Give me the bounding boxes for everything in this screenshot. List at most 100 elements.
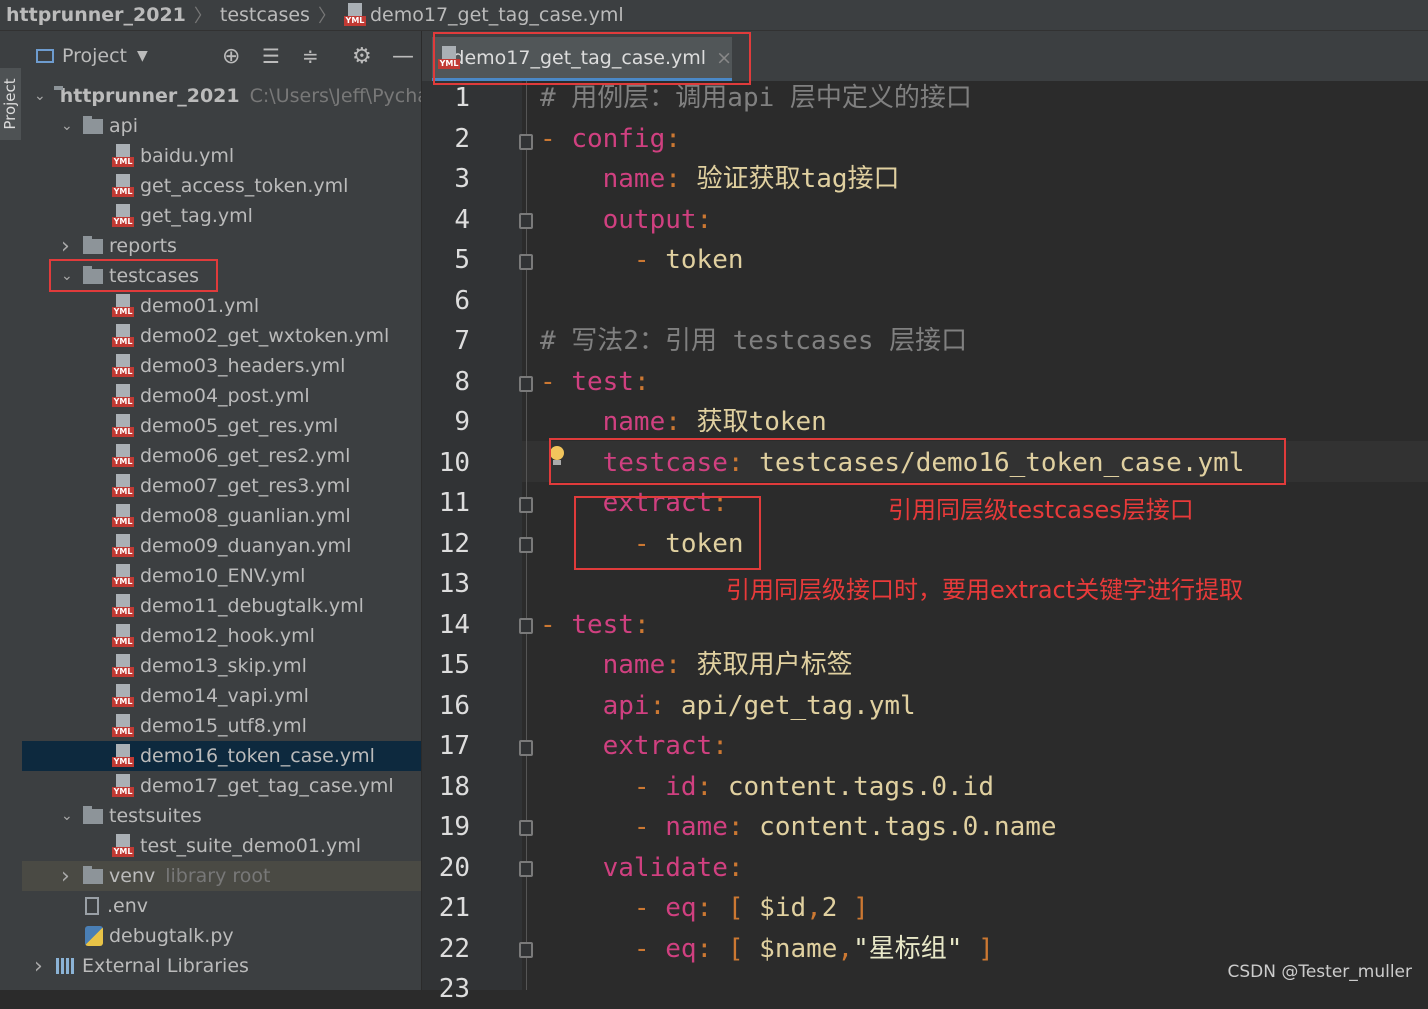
minimize-icon[interactable]: — — [392, 44, 414, 69]
code-line[interactable]: - eq: [ $id,2 ] — [540, 888, 869, 928]
chevron-right-icon[interactable]: › — [34, 954, 48, 979]
tree-item[interactable]: YML demo02_get_wxtoken.yml — [22, 321, 421, 351]
tree-item[interactable]: YML demo11_debugtalk.yml — [22, 591, 421, 621]
chevron-down-icon[interactable]: ⌄ — [61, 118, 75, 134]
code-token: 获取token — [696, 407, 827, 437]
fold-marker-icon[interactable] — [519, 618, 533, 634]
yml-file-icon: YML — [112, 534, 134, 558]
tree-item[interactable]: › venv library root — [22, 861, 421, 891]
code-line[interactable]: extract: — [540, 726, 728, 766]
code-line[interactable]: # 写法2：引用 testcases 层接口 — [540, 321, 967, 361]
fold-marker-icon[interactable] — [519, 134, 533, 150]
fold-marker-icon[interactable] — [519, 254, 533, 270]
code-line[interactable]: - id: content.tags.0.id — [540, 767, 994, 807]
tree-item[interactable]: ⌄ testsuites — [22, 801, 421, 831]
yml-file-icon: YML — [112, 174, 134, 198]
tree-item[interactable]: YML demo01.yml — [22, 291, 421, 321]
code-line[interactable]: name: 验证获取tag接口 — [540, 159, 900, 199]
fold-marker-icon[interactable] — [519, 942, 533, 958]
tree-item[interactable]: YML get_access_token.yml — [22, 171, 421, 201]
line-number: 4 — [454, 204, 470, 235]
code-token: : [ — [696, 933, 760, 964]
locate-icon[interactable]: ⊕ — [222, 44, 240, 69]
tree-item[interactable]: YML demo13_skip.yml — [22, 651, 421, 681]
tree-item[interactable]: YML demo14_vapi.yml — [22, 681, 421, 711]
tree-item[interactable]: .env — [22, 891, 421, 921]
code-line[interactable]: output: — [540, 200, 713, 240]
tree-item-label: demo08_guanlian.yml — [140, 505, 351, 527]
line-number: 5 — [454, 245, 470, 275]
gear-icon[interactable]: ⚙ — [352, 44, 372, 69]
code-line[interactable]: api: api/get_tag.yml — [540, 686, 916, 726]
project-tool-window-button[interactable]: Project — [0, 68, 21, 140]
tree-item[interactable]: ⌄ httprunner_2021 C:\Users\Jeff\Pychar — [22, 81, 421, 111]
tree-item-label: get_access_token.yml — [140, 175, 349, 197]
line-number: 7 — [454, 326, 470, 356]
code-token: content.tags.0.id — [727, 771, 994, 802]
code-token: "星标组" — [853, 933, 963, 964]
tree-item[interactable]: YML demo08_guanlian.yml — [22, 501, 421, 531]
fold-marker-icon[interactable] — [519, 820, 533, 836]
tree-item-label: demo15_utf8.yml — [140, 715, 307, 737]
tree-item[interactable]: YML demo10_ENV.yml — [22, 561, 421, 591]
code-line[interactable]: - test: — [540, 605, 650, 645]
fold-marker-icon[interactable] — [519, 537, 533, 553]
chevron-right-icon[interactable]: › — [61, 864, 75, 889]
tree-item-label: venv — [109, 865, 156, 887]
tree-item[interactable]: YML demo03_headers.yml — [22, 351, 421, 381]
yml-file-icon: YML — [112, 504, 134, 528]
code-line[interactable]: - token — [540, 240, 744, 280]
tree-item[interactable]: debugtalk.py — [22, 921, 421, 951]
chevron-down-icon[interactable]: ▼ — [137, 48, 148, 64]
yml-file-icon: YML — [112, 144, 134, 168]
code-line[interactable]: validate: — [540, 848, 744, 888]
project-view-selector[interactable]: Project — [62, 45, 127, 67]
tree-item[interactable]: YML demo09_duanyan.yml — [22, 531, 421, 561]
collapse-all-icon[interactable]: ≑ — [302, 44, 319, 68]
tree-item[interactable]: YML test_suite_demo01.yml — [22, 831, 421, 861]
chevron-right-icon: 〉 — [193, 6, 212, 27]
file-icon — [85, 897, 99, 915]
line-number: 19 — [438, 812, 470, 842]
tree-item[interactable]: YML demo17_get_tag_case.yml — [22, 771, 421, 801]
tree-item[interactable]: YML demo15_utf8.yml — [22, 711, 421, 741]
tree-item[interactable]: › External Libraries — [22, 951, 421, 981]
line-number: 3 — [454, 164, 470, 194]
code-line[interactable]: name: 获取用户标签 — [540, 645, 853, 685]
tree-item[interactable]: YML demo12_hook.yml — [22, 621, 421, 651]
code-line[interactable]: name: 获取token — [540, 402, 827, 442]
tree-item[interactable]: YML baidu.yml — [22, 141, 421, 171]
code-token: name — [602, 407, 666, 437]
tree-item[interactable]: YML demo16_token_case.yml — [22, 741, 421, 771]
chevron-right-icon[interactable]: › — [61, 234, 75, 259]
tree-item-label: get_tag.yml — [140, 205, 253, 227]
tree-item[interactable]: › reports — [22, 231, 421, 261]
expand-all-icon[interactable]: ☰ — [262, 44, 280, 68]
breadcrumb-file[interactable]: demo17_get_tag_case.yml — [370, 4, 624, 26]
chevron-down-icon[interactable]: ⌄ — [34, 88, 46, 104]
code-line[interactable]: - eq: [ $name,"星标组" ] — [540, 929, 994, 969]
breadcrumb-project[interactable]: httprunner_2021 — [6, 4, 186, 26]
tree-item[interactable]: YML get_tag.yml — [22, 201, 421, 231]
tree-item-label: demo12_hook.yml — [140, 625, 315, 647]
code-token: - — [633, 893, 666, 923]
code-line[interactable]: - config: — [540, 119, 681, 159]
tree-item[interactable]: YML demo06_get_res2.yml — [22, 441, 421, 471]
code-line[interactable]: - test: — [540, 362, 650, 402]
tree-item[interactable]: YML demo05_get_res.yml — [22, 411, 421, 441]
yml-file-icon: YML — [343, 3, 366, 27]
chevron-down-icon[interactable]: ⌄ — [61, 808, 75, 824]
fold-marker-icon[interactable] — [519, 376, 533, 392]
tree-item[interactable]: YML demo07_get_res3.yml — [22, 471, 421, 501]
tree-item[interactable]: YML demo04_post.yml — [22, 381, 421, 411]
fold-marker-icon[interactable] — [519, 861, 533, 877]
code-line[interactable]: - name: content.tags.0.name — [540, 807, 1057, 847]
breadcrumb-folder[interactable]: testcases — [220, 4, 310, 26]
tree-item[interactable]: ⌄ api — [22, 111, 421, 141]
code-token: : [ — [696, 893, 760, 923]
fold-marker-icon[interactable] — [519, 497, 533, 513]
fold-marker-icon[interactable] — [519, 213, 533, 229]
fold-marker-icon[interactable] — [519, 740, 533, 756]
yml-file-icon: YML — [112, 774, 134, 798]
